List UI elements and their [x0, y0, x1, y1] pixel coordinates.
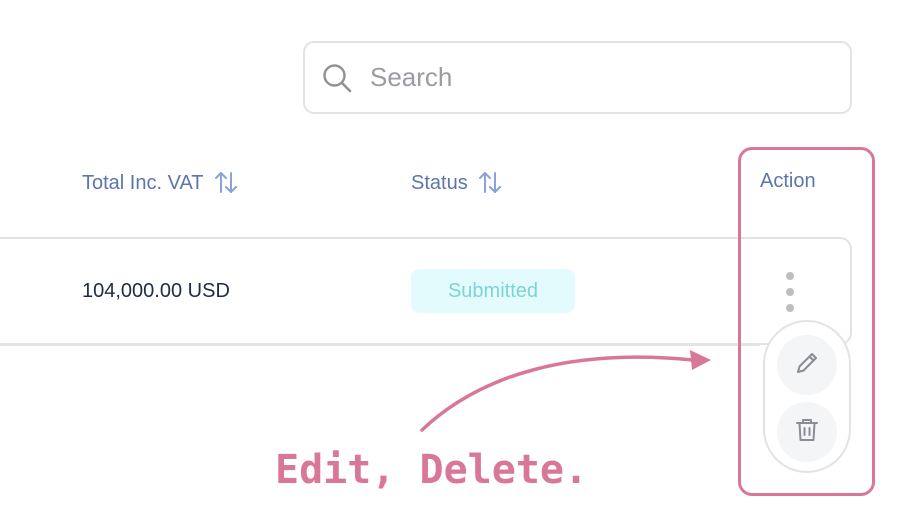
- annotation-arrow: [420, 350, 711, 432]
- annotation-text: Edit, Delete.: [275, 447, 589, 493]
- page: Total Inc. VAT Status Action 104,000.00 …: [0, 0, 900, 516]
